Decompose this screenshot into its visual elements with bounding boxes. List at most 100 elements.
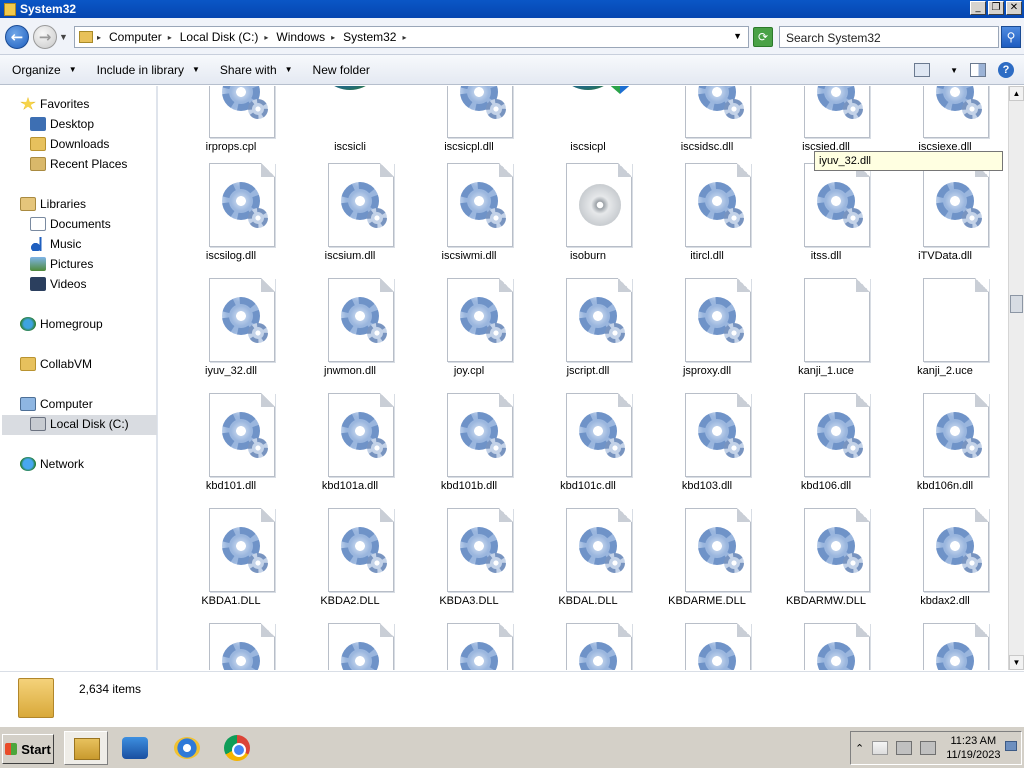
restore-button[interactable]: ❐ [988,1,1004,15]
chevron-right-icon[interactable]: ▸ [168,33,172,42]
file-item[interactable]: jscript.dll [533,278,643,390]
help-icon[interactable]: ? [998,62,1014,78]
share-with-button[interactable]: Share with ▼ [220,63,293,77]
taskbar-chrome[interactable] [215,731,259,765]
nav-pictures[interactable]: Pictures [30,257,93,271]
file-item[interactable] [771,623,881,670]
network-tray-icon[interactable] [896,741,913,755]
preview-pane-icon[interactable] [970,63,986,77]
search-input[interactable]: Search System32 [779,26,999,48]
breadcrumb-system32[interactable]: System32 [343,30,396,44]
file-item[interactable] [295,623,405,670]
minimize-button[interactable]: _ [970,1,986,15]
file-item[interactable]: kbdax2.dll [890,508,1000,620]
chevron-right-icon[interactable]: ▸ [402,33,406,42]
file-item[interactable]: KBDARMW.DLL [771,508,881,620]
file-item[interactable]: KBDAL.DLL [533,508,643,620]
file-item[interactable] [414,623,524,670]
chevron-right-icon[interactable]: ▸ [97,33,101,42]
taskbar-internet-explorer[interactable] [165,731,209,765]
nav-downloads[interactable]: Downloads [30,137,109,151]
nav-videos[interactable]: Videos [30,277,86,291]
view-options-dropdown-icon[interactable]: ▼ [950,66,958,75]
nav-documents[interactable]: Documents [30,217,111,231]
file-item[interactable]: kbd106n.dll [890,393,1000,505]
file-item[interactable]: iscsilog.dll [176,163,286,275]
taskbar-explorer[interactable] [64,731,108,765]
file-item[interactable]: kbd106.dll [771,393,881,505]
breadcrumb-local-disk[interactable]: Local Disk (C:) [180,30,259,44]
chevron-right-icon[interactable]: ▸ [264,33,268,42]
close-button[interactable]: ✕ [1006,1,1022,15]
scroll-down-arrow-icon[interactable]: ▼ [1009,655,1024,670]
file-item[interactable]: itircl.dll [652,163,762,275]
file-item[interactable]: iscsicpl.dll [414,86,524,166]
small-gear-icon [605,323,625,343]
document-icon [447,508,513,592]
refresh-button[interactable]: ⟳ [753,27,773,47]
file-item[interactable]: iscsicli [295,86,405,166]
nav-homegroup[interactable]: Homegroup [20,317,103,331]
scroll-thumb[interactable] [1010,295,1023,313]
file-item[interactable]: KBDA2.DLL [295,508,405,620]
file-item[interactable] [890,623,1000,670]
back-button[interactable]: ← [5,25,29,49]
nav-desktop[interactable]: Desktop [30,117,94,131]
file-item[interactable]: kbd103.dll [652,393,762,505]
action-center-icon[interactable] [872,741,889,755]
file-item[interactable]: jnwmon.dll [295,278,405,390]
nav-recent-places[interactable]: Recent Places [30,157,127,171]
file-item[interactable]: itss.dll [771,163,881,275]
nav-local-disk[interactable]: Local Disk (C:) [30,417,129,431]
document-icon [566,278,632,362]
file-item[interactable] [533,623,643,670]
address-bar[interactable]: ▸ Computer ▸ Local Disk (C:) ▸ Windows ▸… [74,26,749,48]
start-button[interactable]: Start [2,734,54,764]
new-folder-button[interactable]: New folder [313,63,370,77]
search-icon[interactable]: ⚲ [1001,26,1021,48]
file-item[interactable]: kanji_1.uce [771,278,881,390]
nav-libraries[interactable]: Libraries [20,197,86,211]
volume-icon[interactable] [920,741,937,755]
file-item[interactable]: KBDARME.DLL [652,508,762,620]
file-item[interactable]: jsproxy.dll [652,278,762,390]
forward-button[interactable]: → [33,25,57,49]
file-item[interactable]: iyuv_32.dll [176,278,286,390]
nav-computer[interactable]: Computer [20,397,93,411]
vertical-scrollbar[interactable]: ▲ ▼ [1008,86,1024,670]
file-item[interactable]: KBDA3.DLL [414,508,524,620]
scroll-up-arrow-icon[interactable]: ▲ [1009,86,1024,101]
file-item[interactable]: isoburn [533,163,643,275]
breadcrumb-windows[interactable]: Windows [276,30,325,44]
address-dropdown-icon[interactable]: ▼ [733,31,742,41]
file-item[interactable]: kbd101c.dll [533,393,643,505]
file-item[interactable]: kbd101b.dll [414,393,524,505]
file-item[interactable] [652,623,762,670]
file-item[interactable]: iTVData.dll [890,163,1000,275]
file-item[interactable]: joy.cpl [414,278,524,390]
change-view-icon[interactable] [914,63,931,77]
chevron-right-icon[interactable]: ▸ [331,33,335,42]
nav-favorites[interactable]: Favorites [20,97,89,111]
file-item[interactable]: iscsium.dll [295,163,405,275]
clock[interactable]: 11:23 AM 11/19/2023 [946,734,1000,762]
show-desktop-icon[interactable] [1005,741,1017,751]
file-item[interactable]: KBDA1.DLL [176,508,286,620]
show-hidden-icons-icon[interactable]: ⌃ [855,742,864,755]
file-item[interactable] [176,623,286,670]
include-in-library-button[interactable]: Include in library ▼ [97,63,200,77]
breadcrumb-computer[interactable]: Computer [109,30,162,44]
nav-music[interactable]: Music [30,237,81,251]
file-item[interactable]: kanji_2.uce [890,278,1000,390]
organize-button[interactable]: Organize ▼ [12,63,77,77]
file-item[interactable]: kbd101.dll [176,393,286,505]
file-item[interactable]: iscsicpl [533,86,643,166]
file-item[interactable]: iscsiwmi.dll [414,163,524,275]
taskbar-media-player[interactable] [113,731,157,765]
nav-collabvm[interactable]: CollabVM [20,357,92,371]
file-item[interactable]: irprops.cpl [176,86,286,166]
file-item[interactable]: kbd101a.dll [295,393,405,505]
nav-network[interactable]: Network [20,457,84,471]
recent-pages-dropdown-icon[interactable]: ▼ [59,32,68,42]
file-item[interactable]: iscsidsc.dll [652,86,762,166]
